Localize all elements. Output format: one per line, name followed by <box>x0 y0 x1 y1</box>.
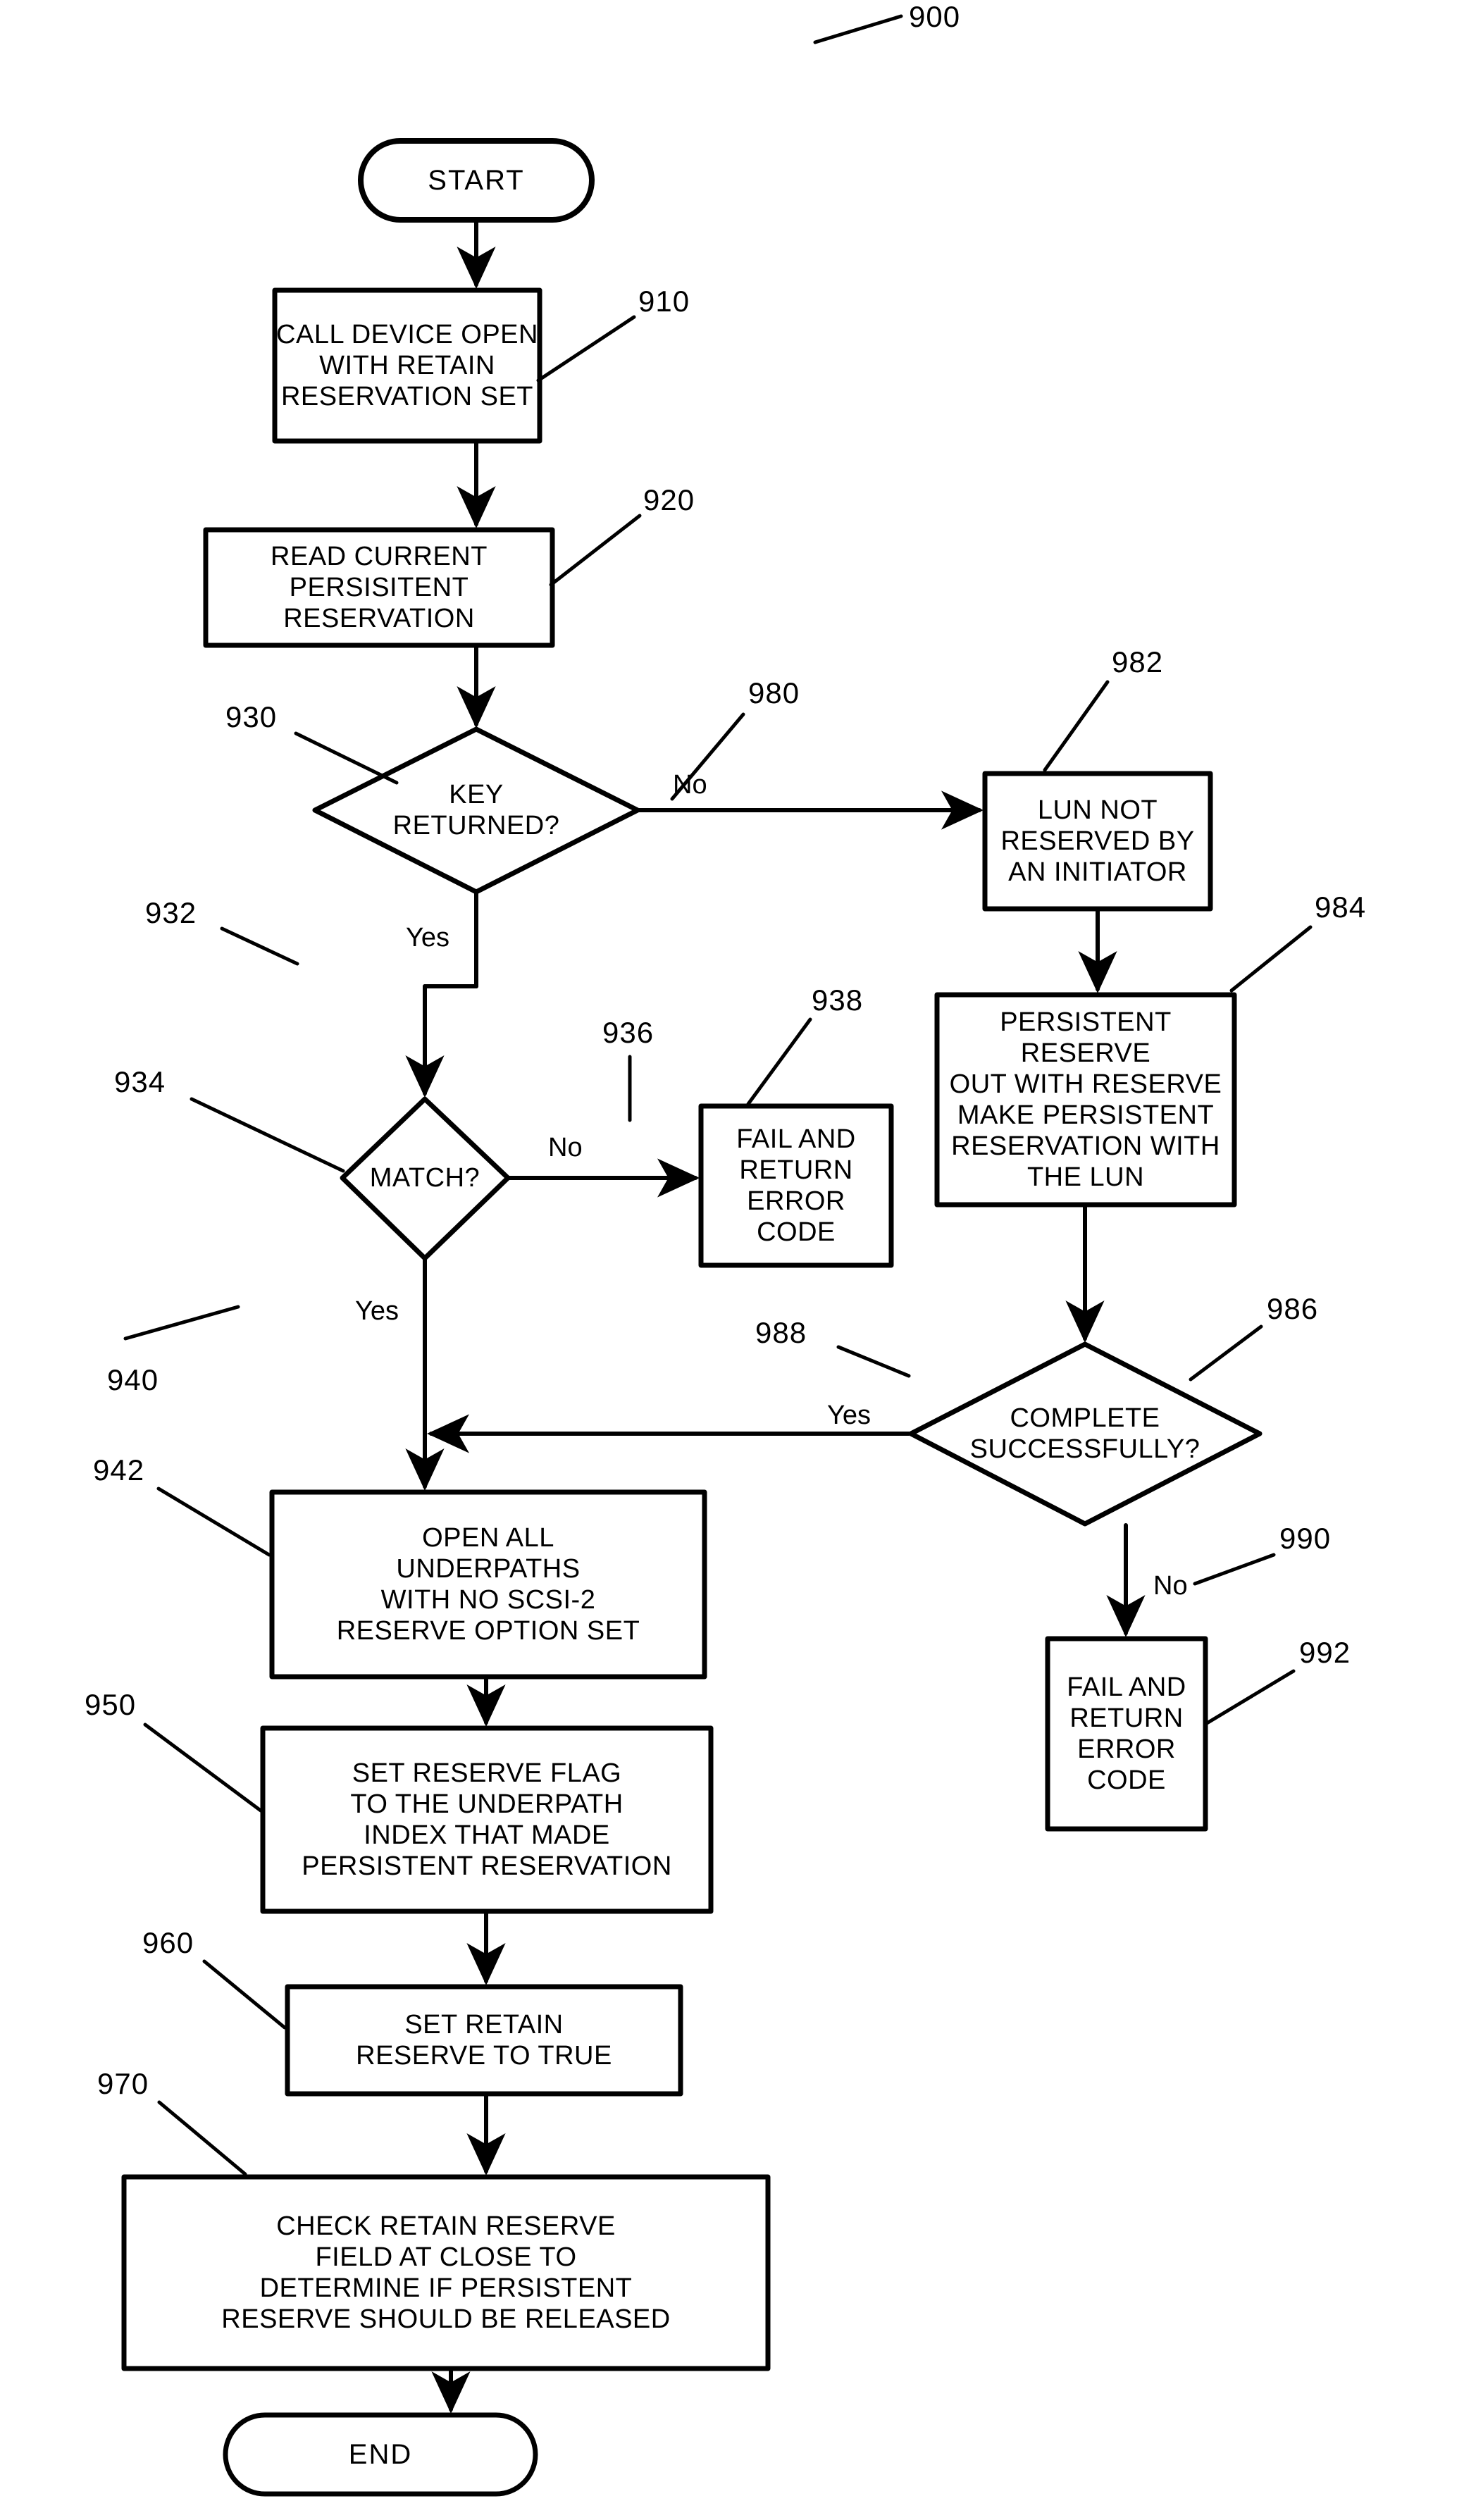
ref-numeral-910: 910 <box>638 285 690 318</box>
decision-934-label: MATCH? <box>369 1162 480 1193</box>
process-910-label: CALL DEVICE OPEN WITH RETAIN RESERVATION… <box>276 319 538 412</box>
leader-934 <box>190 1097 345 1173</box>
ref-numeral-930: 930 <box>225 700 278 733</box>
process-982-label: LUN NOT RESERVED BY AN INITIATOR <box>1000 795 1195 888</box>
process-950-label: SET RESERVE FLAG TO THE UNDERPATH INDEX … <box>302 1758 672 1882</box>
ref-numeral-980: 980 <box>748 676 800 709</box>
ref-numeral-920: 920 <box>643 483 695 516</box>
leader-992 <box>1205 1669 1296 1725</box>
process-920-label: READ CURRENT PERSISITENT RESERVATION <box>271 541 488 634</box>
leader-900 <box>813 14 903 44</box>
leader-950 <box>143 1723 263 1813</box>
decision-986-label: COMPLETE SUCCESSFULLY? <box>969 1403 1201 1464</box>
edge-label-complete-yes: Yes <box>827 1401 871 1430</box>
figure-sheet: START END CALL DEVICE OPEN WITH RETAIN R… <box>0 0 1464 2520</box>
edge-label-key-no: No <box>673 770 707 800</box>
ref-numeral-934: 934 <box>114 1065 166 1098</box>
ref-numeral-900: 900 <box>909 0 961 33</box>
leader-942 <box>156 1486 271 1557</box>
leader-940 <box>123 1305 240 1341</box>
edge-label-key-yes: Yes <box>406 923 449 952</box>
ref-numeral-938: 938 <box>812 983 864 1017</box>
leader-982 <box>1043 680 1110 772</box>
ref-numeral-936: 936 <box>602 1016 655 1049</box>
ref-numeral-988: 988 <box>755 1316 807 1349</box>
process-984-label: PERSISTENT RESERVE OUT WITH RESERVE MAKE… <box>949 1007 1222 1193</box>
process-992-label: FAIL AND RETURN ERROR CODE <box>1067 1672 1186 1796</box>
edge-label-complete-no: No <box>1153 1571 1188 1601</box>
leader-932 <box>220 926 299 966</box>
leader-990 <box>1193 1553 1276 1586</box>
ref-numeral-986: 986 <box>1267 1292 1319 1325</box>
leader-960 <box>202 1959 287 2030</box>
leader-986 <box>1189 1324 1263 1382</box>
leader-920 <box>549 514 642 587</box>
leader-970 <box>157 2100 247 2176</box>
ref-numeral-990: 990 <box>1279 1522 1332 1555</box>
ref-numeral-984: 984 <box>1315 890 1367 924</box>
ref-numeral-960: 960 <box>142 1926 194 1959</box>
ref-numeral-942: 942 <box>93 1453 145 1486</box>
end-terminator-label: END <box>348 2438 413 2470</box>
leader-988 <box>836 1345 911 1378</box>
process-938-label: FAIL AND RETURN ERROR CODE <box>736 1124 856 1248</box>
leader-910 <box>536 315 636 383</box>
start-terminator-label: START <box>428 164 525 196</box>
process-960-label: SET RETAIN RESERVE TO TRUE <box>356 2009 612 2071</box>
ref-numeral-982: 982 <box>1112 645 1164 678</box>
decision-930-label: KEY RETURNED? <box>392 779 560 840</box>
ref-numeral-970: 970 <box>97 2067 149 2100</box>
leader-984 <box>1229 925 1313 993</box>
edge-label-match-no: No <box>548 1133 583 1162</box>
leader-938 <box>746 1017 812 1106</box>
process-970-label: CHECK RETAIN RESERVE FIELD AT CLOSE TO D… <box>221 2211 671 2335</box>
ref-numeral-940: 940 <box>107 1363 159 1396</box>
ref-numeral-932: 932 <box>145 896 197 929</box>
ref-numeral-992: 992 <box>1299 1636 1351 1669</box>
process-942-label: OPEN ALL UNDERPATHS WITH NO SCSI-2 RESER… <box>336 1522 640 1646</box>
edge-label-match-yes: Yes <box>355 1296 399 1326</box>
ref-numeral-950: 950 <box>85 1688 137 1721</box>
